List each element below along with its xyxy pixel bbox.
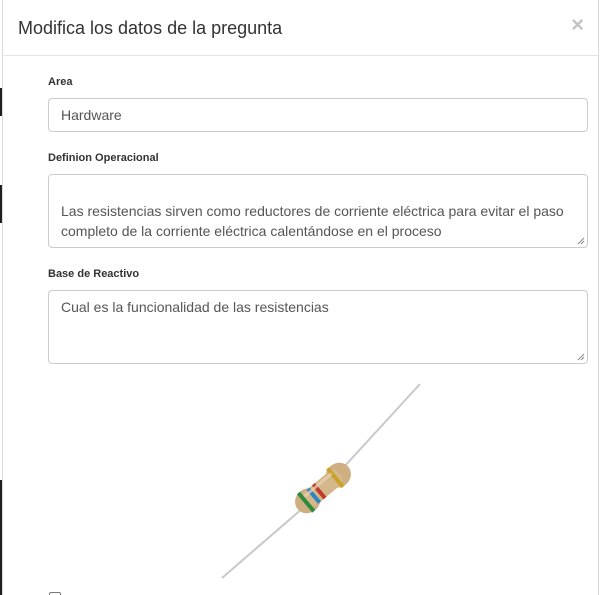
resize-handle-icon[interactable] [577, 237, 585, 245]
resize-handle-icon[interactable] [577, 353, 585, 361]
area-input-value: Hardware [61, 107, 122, 123]
modal-header: Modifica los datos de la pregunta × [3, 0, 598, 56]
area-input[interactable]: Hardware [48, 98, 588, 132]
definicion-label: Definion Operacional [48, 152, 159, 164]
area-label: Area [48, 76, 73, 88]
base-reactivo-textarea[interactable]: Cual es la funcionalidad de las resisten… [48, 290, 588, 364]
modal-title: Modifica los datos de la pregunta [18, 18, 283, 38]
page-backdrop: Modifica los datos de la pregunta × Area… [0, 0, 601, 595]
resistor-icon [221, 383, 421, 579]
definicion-line-2: completo de la corriente eléctrica calen… [61, 223, 442, 239]
base-reactivo-label: Base de Reactivo [48, 268, 140, 280]
resistor-image [218, 380, 423, 580]
definicion-line-1: Las resistencias sirven como reductores … [61, 203, 564, 219]
edit-question-modal: Modifica los datos de la pregunta × Area… [2, 0, 599, 595]
close-icon[interactable]: × [571, 12, 584, 38]
definicion-textarea[interactable]: Las resistencias sirven como reductores … [48, 174, 588, 248]
base-reactivo-value: Cual es la funcionalidad de las resisten… [61, 299, 329, 315]
